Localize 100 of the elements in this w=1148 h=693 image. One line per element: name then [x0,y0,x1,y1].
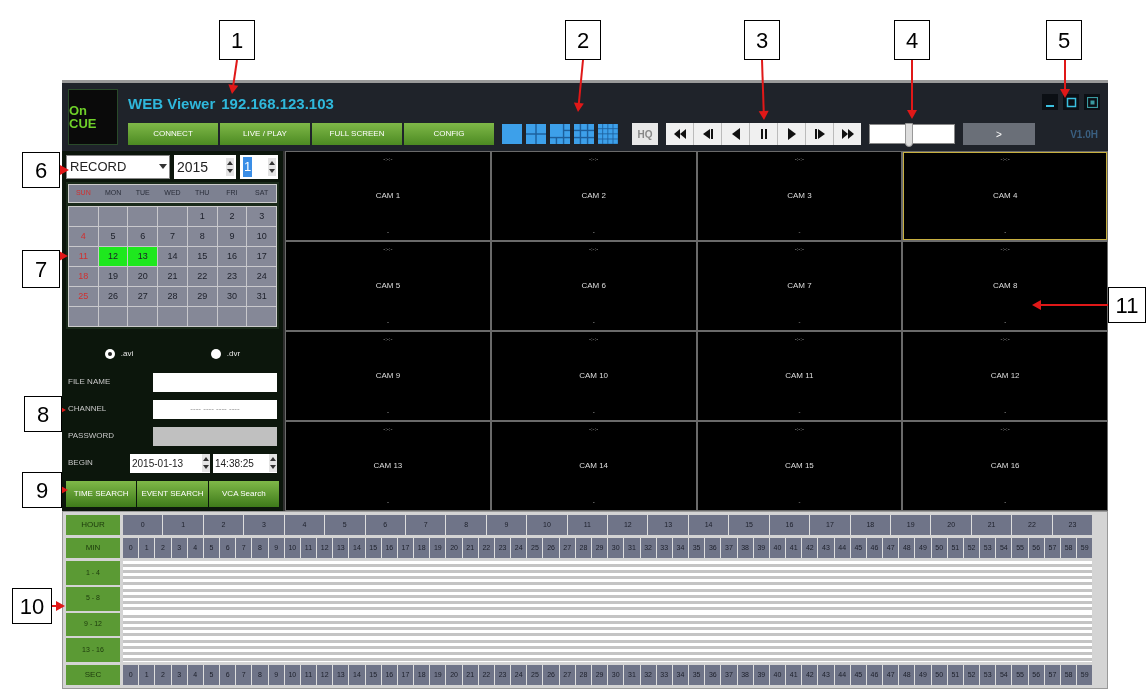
calendar-day[interactable]: 17 [247,247,276,266]
app-title: WEB Viewer [128,94,216,114]
calendar-day[interactable]: 9 [217,227,247,246]
pause-button[interactable] [750,123,777,145]
calendar-day[interactable]: 31 [247,287,276,306]
calendar-day[interactable]: 14 [158,247,187,266]
format-radio[interactable]: .dvr [210,348,241,360]
nav-button[interactable]: FULL SCREEN [312,123,402,145]
callout-arrow [1060,59,1070,98]
fast-forward-button[interactable] [834,123,861,145]
field-label: BEGIN [68,457,93,469]
camera-name: CAM 15 [784,460,814,472]
rewind-icon [672,127,687,141]
camera-name: CAM 11 [785,370,814,382]
field-label: CHANNEL [68,403,107,415]
calendar-day[interactable]: 24 [247,267,276,286]
camera-name: CAM 7 [787,280,812,292]
nav-button[interactable]: LIVE / PLAY [220,123,310,145]
callout-number: 11 [1108,287,1146,323]
calendar-day[interactable]: 30 [217,287,247,306]
time-field[interactable]: 14:38:25 [213,453,277,473]
timeline-track[interactable] [123,586,1092,612]
calendar-day[interactable]: 12 [98,247,128,266]
camera-name: CAM 8 [992,280,1018,292]
step-forward-icon [812,127,827,141]
camera-name: CAM 13 [373,460,403,472]
input-field[interactable] [153,372,277,392]
calendar-day[interactable]: 27 [128,287,158,306]
year-spinner[interactable]: 2015 [174,155,236,179]
logo: On CUE [68,89,118,145]
calendar-day[interactable]: 13 [128,247,158,266]
calendar-day[interactable]: 19 [98,267,128,286]
timeline-row-label: SEC [66,665,120,685]
go-button[interactable]: > [963,123,1035,145]
version-label: V1.0H [1070,127,1099,142]
month-spinner[interactable]: 1 [240,155,278,179]
fast-forward-icon [840,127,855,141]
camera-name: CAM 6 [581,280,606,292]
speed-slider[interactable] [869,124,955,144]
callout-arrow [51,601,65,611]
rewind-button[interactable] [666,123,693,145]
field-label: PASSWORD [68,430,115,442]
hq-button[interactable]: HQ [632,123,658,145]
calendar-day[interactable]: 15 [187,247,217,266]
calendar-day[interactable]: 21 [158,267,187,286]
timeline-row-label: HOUR [66,515,120,535]
timeline-track[interactable] [123,561,1092,587]
spinner-arrows-icon[interactable] [226,158,234,176]
calendar-day[interactable]: 5 [98,227,128,246]
calendar-day[interactable]: 1 [187,207,217,226]
calendar-day[interactable]: 16 [217,247,247,266]
calendar-day[interactable]: 2 [217,207,247,226]
minimize-button[interactable] [1042,94,1058,111]
play-button[interactable] [778,123,805,145]
spinner-arrows-icon[interactable] [269,454,277,472]
input-field[interactable]: ---- ---- ---- ---- [153,399,277,419]
exit-button[interactable] [1084,94,1100,111]
camera-name: CAM 5 [375,280,401,292]
calendar-day[interactable]: 6 [128,227,158,246]
calendar-day[interactable]: 3 [247,207,276,226]
spinner-arrows-icon[interactable] [202,454,210,472]
camera-name: CAM 10 [579,370,609,382]
calendar-day[interactable]: 22 [187,267,217,286]
callout-number: 9 [22,472,62,508]
dropdown-caret-icon [159,164,167,170]
calendar-day[interactable]: 28 [158,287,187,306]
calendar-day[interactable]: 23 [217,267,247,286]
spinner-arrows-icon[interactable] [268,158,276,176]
callout-number: 8 [24,396,62,432]
calendar-day[interactable]: 29 [187,287,217,306]
calendar-day[interactable]: 10 [247,227,276,246]
callout-number: 1 [219,20,255,60]
camera-name: CAM 14 [579,460,609,472]
maximize-button[interactable] [1063,94,1079,111]
callout-number: 6 [22,152,60,188]
callout-arrow [228,59,239,94]
calendar-day[interactable]: 20 [128,267,158,286]
callout-number: 3 [744,20,780,60]
calendar-day[interactable]: 7 [158,227,187,246]
calendar-day[interactable]: 26 [98,287,128,306]
search-button[interactable]: VCA Search [208,481,279,507]
step-back-button[interactable] [694,123,721,145]
callout-arrow [573,59,584,112]
slider-thumb[interactable] [905,123,914,147]
nav-button[interactable]: CONNECT [128,123,218,145]
callout-number: 4 [894,20,930,60]
camera-name: CAM 9 [375,370,401,382]
format-radio[interactable]: .avi [104,348,134,360]
nav-button[interactable]: CONFIG [404,123,494,145]
mode-dropdown[interactable]: RECORD [66,155,170,179]
step-forward-button[interactable] [806,123,833,145]
calendar-day[interactable]: 8 [187,227,217,246]
date-field[interactable]: 2015-01-13 [130,453,210,473]
callout-arrow [59,165,69,175]
camera-name: CAM 4 [992,190,1018,202]
camera-name: CAM 16 [990,460,1020,472]
reverse-button[interactable] [722,123,749,145]
search-button[interactable]: EVENT SEARCH [137,481,208,507]
camera-name: CAM 3 [787,190,812,202]
search-button[interactable]: TIME SEARCH [66,481,137,507]
